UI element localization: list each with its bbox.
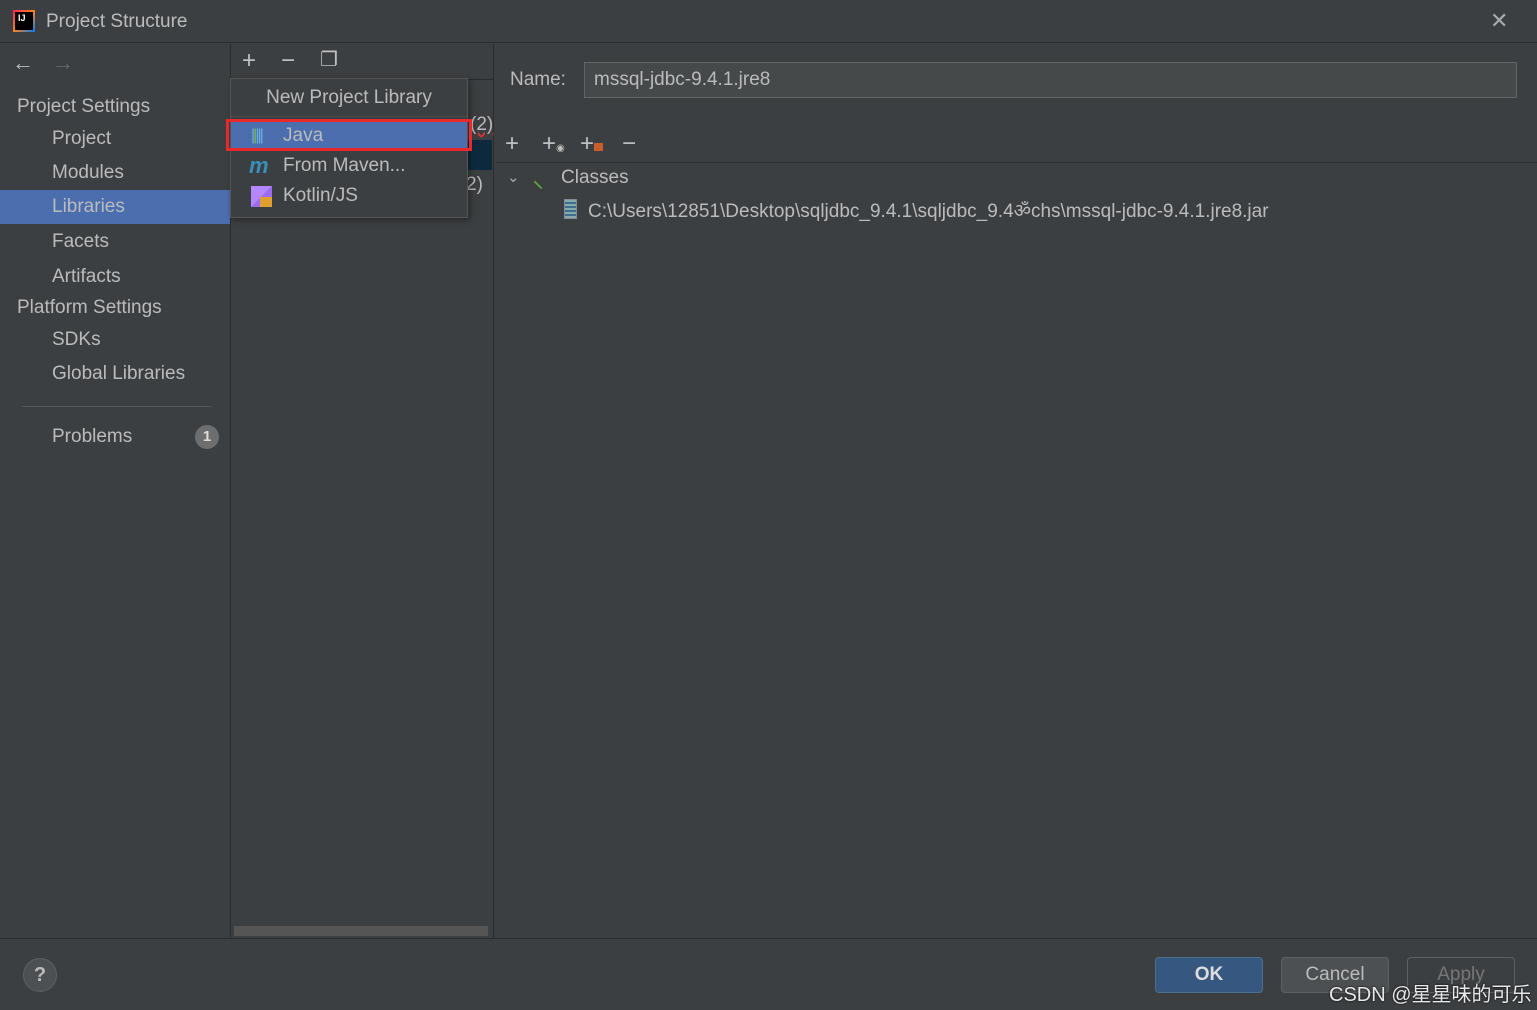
- watermark: CSDN @星星味的可乐: [1329, 984, 1532, 1006]
- add-folder-icon[interactable]: +: [580, 130, 604, 158]
- library-row-partial[interactable]: 2): [466, 174, 483, 196]
- ok-button[interactable]: OK: [1155, 957, 1263, 993]
- name-label: Name:: [510, 69, 566, 90]
- add-url-icon[interactable]: +◉: [542, 130, 565, 158]
- problems-count-badge: 1: [195, 425, 219, 449]
- remove-icon[interactable]: −: [622, 130, 636, 158]
- menu-item-label: From Maven...: [283, 155, 406, 176]
- sidebar-item-facets[interactable]: Facets: [0, 225, 230, 259]
- copy-icon[interactable]: ❐: [320, 47, 338, 72]
- forward-arrow-icon[interactable]: →: [52, 50, 74, 76]
- name-input[interactable]: [584, 62, 1517, 98]
- hammer-icon: ⸜: [533, 170, 543, 192]
- sidebar-item-libraries[interactable]: Libraries: [0, 190, 230, 224]
- remove-icon[interactable]: −: [281, 47, 295, 75]
- sidebar-item-artifacts[interactable]: Artifacts: [0, 260, 230, 294]
- add-icon[interactable]: +: [242, 47, 256, 75]
- intellij-app-icon: IJ: [13, 10, 35, 32]
- popup-title: New Project Library: [231, 79, 467, 117]
- window-title: Project Structure: [46, 11, 188, 32]
- highlight-box: [226, 119, 472, 151]
- sidebar-item-global-libraries[interactable]: Global Libraries: [0, 357, 230, 391]
- add-icon[interactable]: +: [505, 130, 519, 158]
- sidebar-item-project[interactable]: Project: [0, 122, 230, 156]
- horizontal-scrollbar[interactable]: [234, 926, 488, 936]
- close-icon[interactable]: ✕: [1490, 8, 1508, 34]
- sidebar-divider: [22, 406, 212, 407]
- help-button[interactable]: ?: [23, 958, 57, 992]
- library-detail-panel: [496, 44, 1537, 936]
- back-arrow-icon[interactable]: ←: [12, 50, 34, 76]
- sidebar-item-modules[interactable]: Modules: [0, 156, 230, 190]
- sidebar-item-sdks[interactable]: SDKs: [0, 323, 230, 357]
- kotlin-js-icon: [251, 186, 272, 207]
- maven-icon: m: [249, 153, 269, 178]
- library-row-partial[interactable]: (2): [470, 114, 493, 136]
- tree-node-classes[interactable]: Classes: [561, 167, 629, 189]
- menu-item-label: Kotlin/JS: [283, 185, 358, 206]
- toolbar-separator: [496, 162, 1537, 163]
- menu-item-kotlin-js[interactable]: Kotlin/JS: [231, 181, 467, 211]
- menu-item-from-maven[interactable]: m From Maven...: [231, 151, 467, 181]
- tree-node-jar[interactable]: C:\Users\12851\Desktop\sqljdbc_9.4.1\sql…: [588, 197, 1269, 223]
- title-bar: [0, 0, 1537, 43]
- section-platform-settings: Platform Settings: [17, 297, 162, 318]
- jar-icon: [564, 199, 577, 219]
- section-project-settings: Project Settings: [17, 96, 151, 117]
- chevron-down-icon[interactable]: ⌄: [507, 168, 520, 186]
